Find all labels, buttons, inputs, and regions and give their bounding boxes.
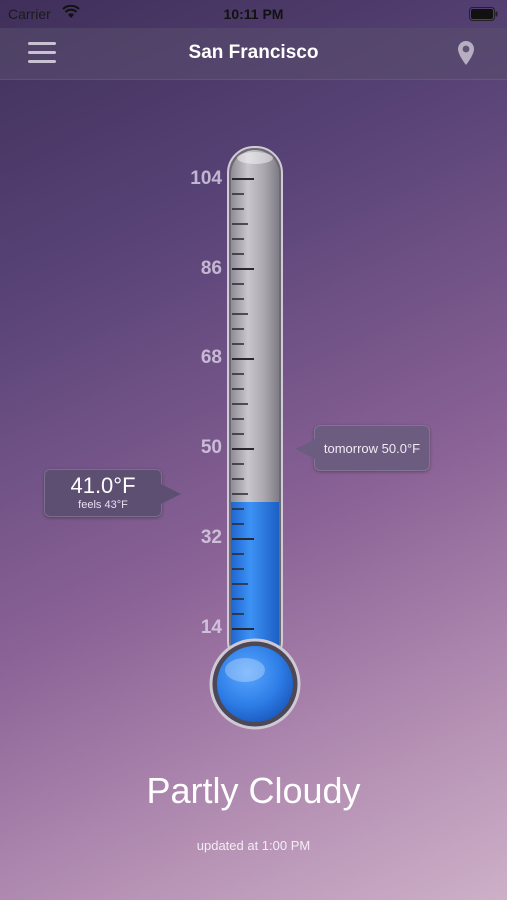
scale-label-50: 50 [200, 437, 222, 458]
weather-condition: Partly Cloudy [146, 770, 361, 811]
scale-label-104: 104 [190, 168, 222, 189]
feels-like: feels 43°F [78, 499, 128, 511]
thermometer [209, 146, 301, 730]
scale-label-86: 86 [200, 258, 222, 279]
current-temp-callout: 41.0°F feels 43°F [44, 469, 181, 517]
tomorrow-callout: tomorrow 50.0°F [295, 425, 430, 471]
current-temp: 41.0°F [70, 473, 136, 498]
updated-time: updated at 1:00 PM [196, 838, 311, 853]
scale-label-68: 68 [200, 347, 222, 368]
scale-label-14: 14 [200, 617, 222, 638]
tomorrow-temp: tomorrow 50.0°F [323, 441, 421, 456]
scale-label-32: 32 [200, 527, 222, 548]
